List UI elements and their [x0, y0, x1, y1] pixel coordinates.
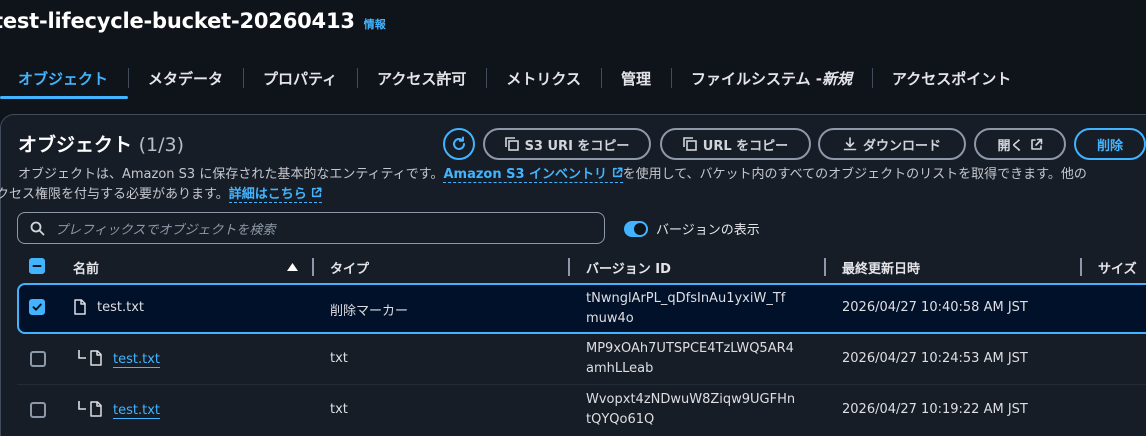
row-checkbox[interactable]	[30, 351, 46, 367]
version-branch-icon	[78, 350, 86, 359]
column-version-label: バージョン ID	[586, 261, 671, 277]
row-checkbox[interactable]	[30, 402, 46, 418]
copy-s3-uri-label: S3 URI をコピー	[524, 138, 630, 154]
external-link-icon	[612, 167, 623, 178]
tab-metrics[interactable]: メトリクス	[486, 58, 601, 98]
download-button[interactable]: ダウンロード	[818, 128, 966, 160]
search-placeholder: プレフィックスでオブジェクトを検索	[55, 222, 276, 238]
search-input[interactable]: プレフィックスでオブジェクトを検索	[17, 212, 605, 244]
toggle-label: バージョンの表示	[656, 223, 760, 238]
show-versions-toggle[interactable]: バージョンの表示	[624, 219, 760, 238]
column-resizer[interactable]	[1080, 258, 1082, 276]
last-modified: 2026/04/27 10:24:53 AM JST	[842, 351, 1028, 366]
column-resizer[interactable]	[568, 258, 570, 276]
tab-metadata[interactable]: メタデータ	[128, 58, 243, 98]
external-link-icon	[1030, 138, 1042, 150]
object-name-link[interactable]: test.txt	[113, 403, 160, 419]
external-link-icon	[312, 187, 322, 198]
column-header-name[interactable]: 名前	[73, 258, 100, 277]
tab-file-system-new-label: 新規	[821, 69, 852, 88]
tab-properties[interactable]: プロパティ	[243, 58, 357, 98]
column-header-type[interactable]: タイプ	[330, 258, 370, 277]
description-text-2: を使用して、バケット内のすべてのオブジェクトのリストを取得できます。他の	[622, 167, 1087, 182]
version-id: MP9xOAh7UTSPCE4TzLWQ5AR4amhLLeab	[586, 341, 794, 376]
tab-bar: オブジェクト メタデータ プロパティ アクセス許可 メトリクス 管理 ファイルシ…	[0, 58, 1146, 99]
column-header-last-modified[interactable]: 最終更新日時	[842, 258, 921, 277]
tab-access-points[interactable]: アクセスポイント	[872, 58, 1031, 98]
download-label: ダウンロード	[862, 138, 941, 154]
column-resizer[interactable]	[312, 258, 314, 276]
version-branch-icon	[78, 401, 86, 410]
checkmark-icon	[32, 303, 42, 311]
refresh-button[interactable]	[443, 128, 475, 160]
column-size-label: サイズ	[1098, 261, 1137, 277]
version-id: tNwnglArPL_qDfsInAu1yxiW_Tfmuw4o	[586, 291, 786, 326]
column-name-label: 名前	[73, 261, 100, 277]
page-header: test-lifecycle-bucket-20260413 情報	[0, 9, 386, 37]
column-resizer[interactable]	[824, 258, 826, 276]
info-link[interactable]: 情報	[364, 16, 386, 32]
row-checkbox[interactable]	[29, 299, 45, 315]
page-title: test-lifecycle-bucket-20260413	[0, 9, 355, 33]
object-name-link[interactable]: test.txt	[113, 352, 160, 368]
object-name: test.txt	[97, 300, 144, 315]
s3-bucket-page: test-lifecycle-bucket-20260413 情報 オブジェクト…	[0, 0, 1146, 436]
column-type-label: タイプ	[330, 261, 370, 277]
toggle-switch[interactable]	[624, 220, 648, 237]
open-label: 開く	[997, 138, 1024, 154]
copy-s3-uri-button[interactable]: S3 URI をコピー	[483, 128, 651, 160]
search-icon	[30, 221, 45, 235]
copy-icon	[504, 137, 519, 151]
copy-icon	[682, 137, 697, 151]
version-id: Wvopxt4zNDwuW8Ziqw9UGFHntQYQo61Q	[586, 392, 796, 427]
tab-file-system[interactable]: ファイルシステム - 新規	[670, 58, 872, 98]
objects-panel-title: オブジェクト (1/3)	[18, 130, 184, 157]
delete-button[interactable]: 削除	[1074, 128, 1146, 160]
file-icon	[74, 299, 86, 315]
inventory-link[interactable]: Amazon S3 インベントリ	[443, 167, 623, 183]
tab-file-system-label: ファイルシステム -	[690, 69, 822, 88]
description-line-2: クセス権限を付与する必要があります。詳細はこちら	[0, 185, 1146, 205]
details-link-label: 詳細はこちら	[228, 187, 307, 202]
tab-permissions[interactable]: アクセス許可	[357, 58, 486, 98]
objects-heading: オブジェクト	[18, 134, 133, 156]
object-type: 削除マーカー	[330, 304, 409, 319]
tab-objects[interactable]: オブジェクト	[0, 58, 129, 99]
minus-icon	[32, 265, 42, 267]
sort-ascending-icon[interactable]	[287, 263, 298, 271]
objects-description: オブジェクトは、Amazon S3 に保存された基本的なエンティティです。Ama…	[0, 165, 1146, 205]
inventory-link-label: Amazon S3 インベントリ	[443, 167, 608, 182]
last-modified: 2026/04/27 10:19:22 AM JST	[842, 402, 1028, 417]
open-button[interactable]: 開く	[974, 128, 1066, 160]
file-icon	[90, 350, 102, 366]
object-type: txt	[330, 402, 348, 417]
copy-url-label: URL をコピー	[702, 138, 789, 154]
tab-management[interactable]: 管理	[600, 58, 671, 98]
description-text-1: オブジェクトは、Amazon S3 に保存された基本的なエンティティです。	[18, 167, 444, 182]
last-modified: 2026/04/27 10:40:58 AM JST	[842, 300, 1028, 315]
description-text-3: クセス権限を付与する必要があります。	[0, 187, 229, 202]
file-icon	[90, 401, 102, 417]
objects-count: (1/3)	[138, 134, 185, 156]
download-icon	[843, 137, 857, 151]
column-modified-label: 最終更新日時	[842, 261, 921, 277]
column-header-size[interactable]: サイズ	[1098, 258, 1137, 277]
delete-label: 削除	[1096, 138, 1123, 154]
refresh-icon	[453, 136, 465, 150]
select-all-checkbox[interactable]	[29, 258, 45, 274]
details-link[interactable]: 詳細はこちら	[228, 187, 323, 203]
copy-url-button[interactable]: URL をコピー	[660, 128, 811, 160]
object-type: txt	[330, 351, 348, 366]
column-header-version-id[interactable]: バージョン ID	[586, 258, 671, 277]
